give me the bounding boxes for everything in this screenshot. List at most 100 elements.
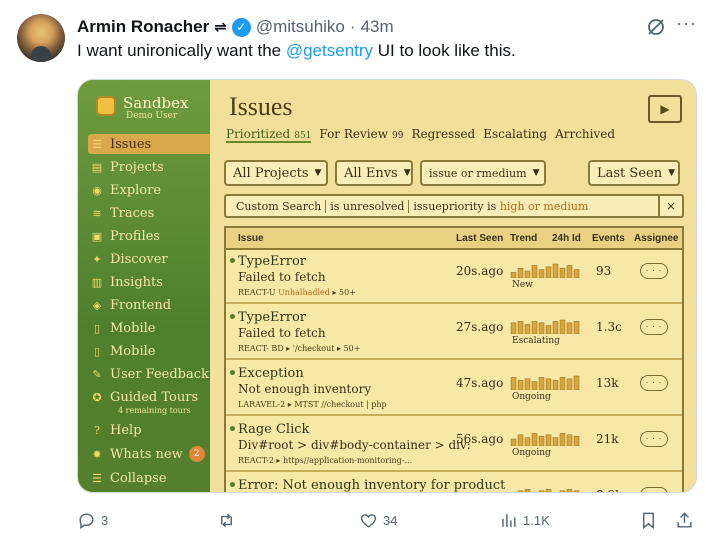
org-sub: Demo User xyxy=(126,111,178,121)
trend-bar xyxy=(559,319,566,334)
tab-prioritized: Prioritized 851 xyxy=(226,127,312,143)
trend-bar xyxy=(573,375,580,390)
sidebar-item-guided-tours: ✪ Guided Tours xyxy=(88,387,210,407)
col-events: Events xyxy=(592,233,625,244)
trend-label: Ongoing xyxy=(512,448,551,458)
list-icon: ☰ xyxy=(92,137,102,151)
trend-label: Ongoing xyxy=(512,392,551,402)
grok-icon[interactable] xyxy=(646,17,666,37)
sidebar-item-label: User Feedback xyxy=(110,366,209,382)
last-seen: 27s.ago xyxy=(456,320,504,334)
tweet-text: I want unironically want the @getsentry … xyxy=(77,41,516,61)
tweet-text-after: UI to look like this. xyxy=(373,41,516,60)
last-seen: 56s.ago xyxy=(456,432,504,446)
trend-bar xyxy=(524,323,531,334)
meta-part: '/checkout ▸ 50+ xyxy=(292,344,361,353)
whats-new-badge: 2 xyxy=(188,446,205,462)
sidebar-item-label: Mobile xyxy=(110,320,156,336)
trend-bar xyxy=(552,491,559,492)
chevron-down-icon: ▼ xyxy=(314,168,322,178)
bookmark-icon xyxy=(643,512,654,530)
issue-message: Failed to fetch xyxy=(238,270,326,284)
sidebar-item-traces: ≋ Traces xyxy=(88,203,210,223)
table-row: Rage Click Div#root > div#body-container … xyxy=(226,418,682,472)
sort-value: Last Seen xyxy=(597,165,663,181)
reply-button[interactable]: 3 xyxy=(77,511,108,530)
sort-dropdown: Last Seen ▼ xyxy=(588,160,680,186)
like-button[interactable]: 34 xyxy=(359,511,397,530)
trend-bar xyxy=(517,321,524,334)
trend-bar xyxy=(573,269,580,278)
trend-label: Escalating xyxy=(512,336,560,346)
chevron-down-icon: ▼ xyxy=(532,168,540,178)
sidebar-item-label: Explore xyxy=(110,182,162,198)
issue-tabs: Prioritized 851 For Review 99 Regressed Escal… xyxy=(226,127,615,143)
sidebar-item-label: Frontend xyxy=(110,297,172,313)
trend-bar xyxy=(552,437,559,446)
chevron-down-icon: ▼ xyxy=(668,168,675,178)
event-count: 21k xyxy=(596,432,619,446)
more-options-icon[interactable]: ··· xyxy=(676,13,697,34)
bookmark-button[interactable] xyxy=(639,511,663,530)
trend-bar xyxy=(531,381,538,390)
trend-bar xyxy=(510,322,517,334)
mention-link[interactable]: @getsentry xyxy=(286,41,373,60)
trend-bar xyxy=(510,272,517,278)
sidebar-item-collapse: ☰ Collapse xyxy=(88,468,210,488)
projects-value: All Projects xyxy=(233,165,309,181)
event-count: 8.9k xyxy=(596,488,622,492)
projects-dropdown: All Projects ▼ xyxy=(224,160,328,186)
tweet-image[interactable]: Sandbex Demo User ☰ Issues ▤ Projects ◉ Explo… xyxy=(77,79,697,493)
trend-bar xyxy=(510,377,517,390)
share-button[interactable] xyxy=(675,511,699,530)
table-header: Issue Last Seen Trend 24h Id Events Assi… xyxy=(226,228,682,250)
help-icon: ? xyxy=(94,423,100,437)
issue-message: Div#root > div#body-container > div: xyxy=(238,438,471,452)
trend-bar xyxy=(552,263,559,278)
assignee-icon: · · · xyxy=(640,487,668,492)
col-trend: Trend xyxy=(510,233,538,244)
trend-sparkline xyxy=(510,319,580,334)
trend-sparkline xyxy=(517,489,580,492)
sidebar-item-label: Guided Tours xyxy=(110,389,199,405)
tours-note: 4 remaining tours xyxy=(118,406,191,415)
tab-escalating: Escalating xyxy=(483,127,547,143)
trend-sparkline xyxy=(510,263,580,278)
issue-type: TypeError xyxy=(238,254,306,269)
issue-meta: REACT-2 ▸ https//application-monitoring-… xyxy=(238,456,412,465)
trend-bar xyxy=(538,322,545,334)
trend-bar xyxy=(517,434,524,446)
close-icon: × xyxy=(658,196,682,216)
handle[interactable]: @mitsuhiko xyxy=(256,17,345,37)
timestamp[interactable]: 43m xyxy=(361,17,394,37)
views-button[interactable]: 1.1K xyxy=(499,511,550,530)
trend-bar xyxy=(566,434,573,446)
table-row: TypeError Failed to fetch REACT-U Unhalhad… xyxy=(226,250,682,304)
page-title: Issues xyxy=(229,92,293,121)
trend-bar xyxy=(538,490,545,492)
sidebar-item-label: Help xyxy=(110,422,142,438)
status-dot xyxy=(230,370,235,375)
display-name[interactable]: Armin Ronacher xyxy=(77,17,209,37)
trend-bar xyxy=(517,267,524,278)
trend-bar xyxy=(531,265,538,278)
reply-icon xyxy=(79,513,94,530)
tab-label: Prioritized xyxy=(226,127,291,141)
sidebar-item-issues: ☰ Issues xyxy=(88,134,210,154)
issue-meta: REACT- BD ▸ '/checkout ▸ 50+ xyxy=(238,344,360,353)
trend-bar xyxy=(517,490,524,492)
tab-label: Escalating xyxy=(483,127,548,141)
sidebar-item-help: ? Help xyxy=(88,420,210,440)
feedback-icon: ✎ xyxy=(92,367,102,381)
search-bar: Custom Search is unresolved issuepriorit… xyxy=(224,194,684,218)
col-period: 24h Id xyxy=(552,233,581,244)
sidebar-item-label: Profiles xyxy=(110,228,160,244)
repost-button[interactable] xyxy=(217,511,241,530)
sidebar-item-discover: ✦ Discover xyxy=(88,249,210,269)
trend-bar xyxy=(531,321,538,334)
views-icon xyxy=(502,514,516,527)
sidebar-item-explore: ◉ Explore xyxy=(88,180,210,200)
trend-bar xyxy=(524,489,531,492)
last-seen: 20s.ago xyxy=(456,264,504,278)
avatar[interactable] xyxy=(17,14,65,62)
